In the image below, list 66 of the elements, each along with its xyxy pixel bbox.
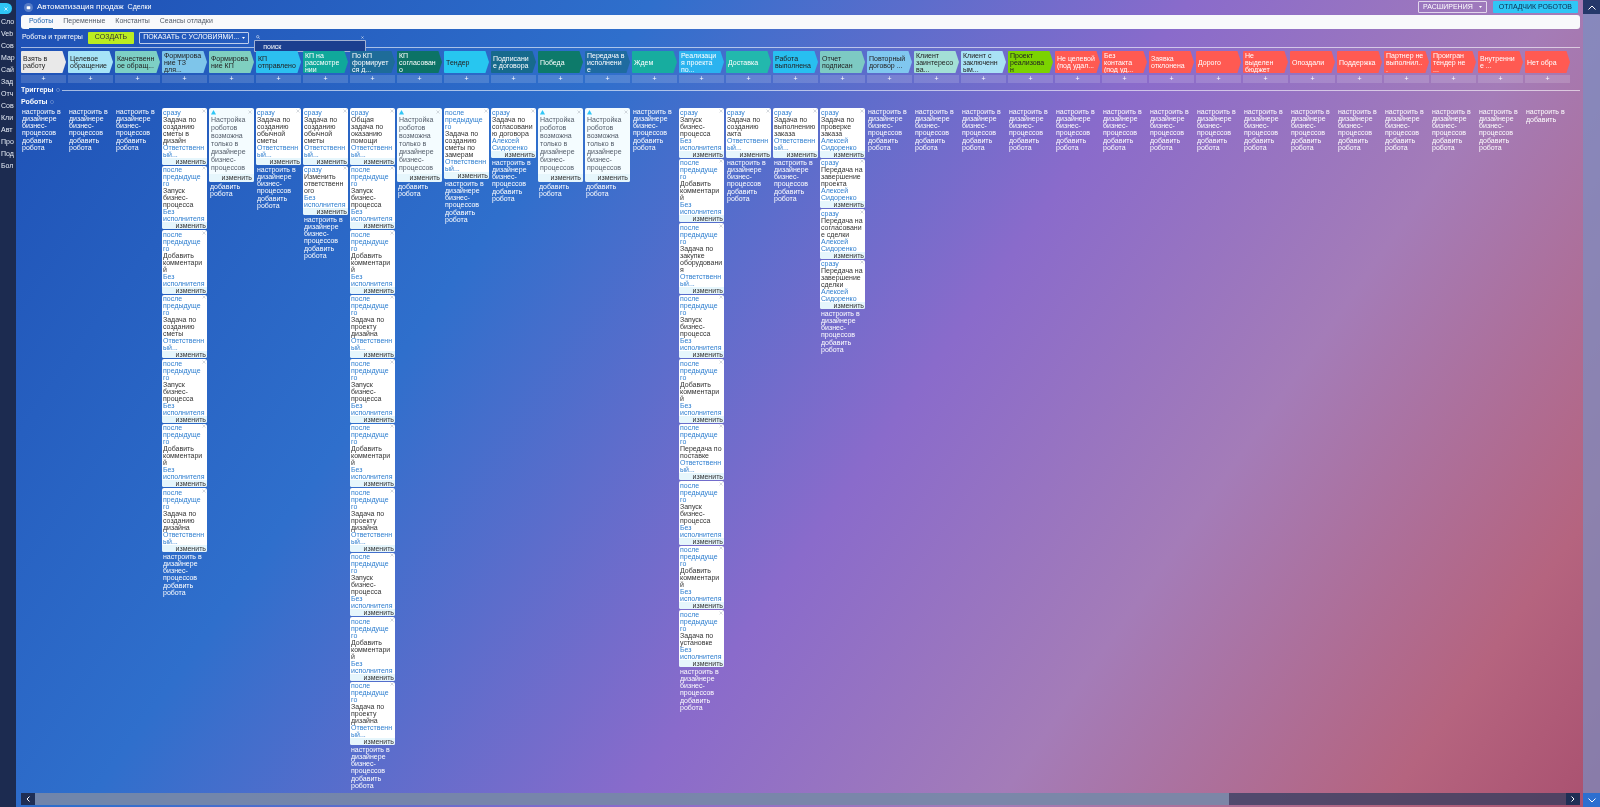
search-icon bbox=[256, 35, 261, 39]
close-icon[interactable] bbox=[296, 108, 300, 113]
close-icon[interactable] bbox=[202, 359, 206, 364]
chevron-right-icon bbox=[1571, 796, 1575, 802]
close-icon[interactable] bbox=[343, 166, 347, 170]
close-icon[interactable] bbox=[202, 424, 206, 428]
close-icon[interactable] bbox=[390, 424, 394, 428]
close-icon[interactable] bbox=[202, 295, 206, 299]
vertical-scrollbar[interactable] bbox=[1583, 0, 1600, 807]
close-icon[interactable] bbox=[390, 359, 394, 364]
page-title: Автоматизация продаж bbox=[37, 1, 124, 13]
close-icon[interactable] bbox=[719, 546, 723, 550]
close-icon[interactable] bbox=[719, 223, 723, 228]
caret-icon bbox=[1478, 6, 1482, 8]
close-icon[interactable] bbox=[766, 108, 770, 113]
warning-icon bbox=[211, 110, 216, 115]
warning-icon bbox=[540, 110, 545, 115]
close-icon[interactable] bbox=[860, 260, 864, 264]
close-icon[interactable] bbox=[248, 110, 252, 114]
close-icon[interactable] bbox=[624, 110, 628, 114]
close-icon[interactable] bbox=[719, 424, 723, 428]
scroll-left-button[interactable] bbox=[21, 793, 35, 805]
close-icon bbox=[4, 6, 8, 11]
close-icon[interactable] bbox=[343, 108, 347, 113]
scroll-thumb[interactable] bbox=[35, 793, 1230, 805]
close-icon[interactable] bbox=[390, 166, 394, 170]
scroll-down-button[interactable] bbox=[1583, 793, 1600, 807]
warning-icon bbox=[399, 110, 404, 115]
close-icon[interactable] bbox=[719, 359, 723, 364]
warning-icon bbox=[587, 110, 592, 115]
close-icon[interactable] bbox=[860, 159, 864, 163]
menu-toggle-button[interactable] bbox=[0, 3, 12, 14]
close-icon[interactable] bbox=[202, 166, 206, 170]
close-icon[interactable] bbox=[390, 617, 394, 622]
close-icon[interactable] bbox=[719, 295, 723, 299]
close-icon[interactable] bbox=[719, 159, 723, 163]
close-icon[interactable] bbox=[390, 488, 394, 493]
close-icon[interactable] bbox=[390, 553, 394, 557]
close-icon[interactable] bbox=[860, 209, 864, 214]
info-icon bbox=[55, 88, 60, 93]
robot-icon bbox=[24, 2, 33, 12]
close-icon[interactable] bbox=[436, 110, 440, 114]
close-icon[interactable] bbox=[719, 481, 723, 486]
chevron-down-icon bbox=[1587, 797, 1596, 803]
chevron-left-icon bbox=[26, 796, 30, 802]
chevron-up-icon bbox=[1587, 4, 1596, 10]
close-icon[interactable] bbox=[719, 108, 723, 113]
close-icon[interactable] bbox=[202, 108, 206, 113]
clear-icon[interactable] bbox=[361, 35, 365, 39]
close-icon[interactable] bbox=[860, 108, 864, 113]
scroll-up-button[interactable] bbox=[1583, 0, 1600, 14]
close-icon[interactable] bbox=[390, 108, 394, 113]
close-icon[interactable] bbox=[202, 488, 206, 493]
close-icon[interactable] bbox=[719, 610, 723, 615]
caret-icon bbox=[242, 36, 246, 39]
info-icon bbox=[49, 99, 54, 104]
close-icon[interactable] bbox=[813, 108, 817, 113]
close-icon[interactable] bbox=[484, 108, 488, 113]
close-icon[interactable] bbox=[531, 108, 535, 113]
close-icon[interactable] bbox=[202, 230, 206, 235]
close-icon[interactable] bbox=[577, 110, 581, 114]
scroll-right-button[interactable] bbox=[1566, 793, 1580, 805]
close-icon[interactable] bbox=[390, 295, 394, 299]
horizontal-scrollbar[interactable] bbox=[21, 793, 1580, 805]
close-icon[interactable] bbox=[390, 230, 394, 235]
close-icon[interactable] bbox=[390, 682, 394, 686]
